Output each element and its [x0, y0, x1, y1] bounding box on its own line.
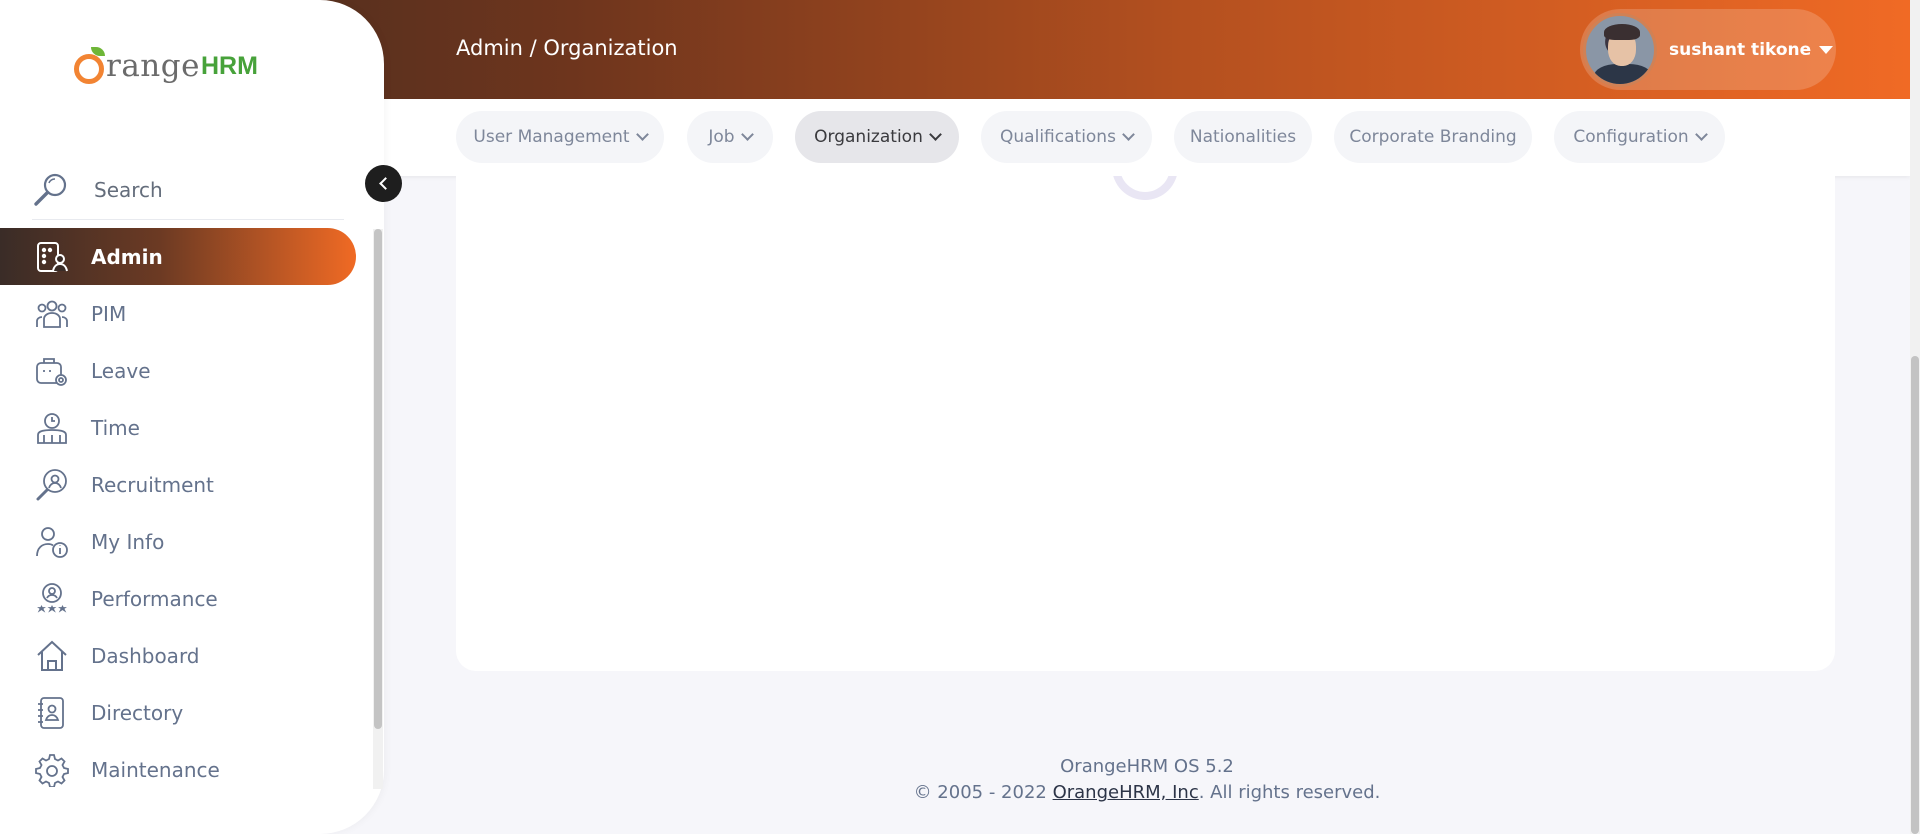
tab-corporate-branding[interactable]: Corporate Branding — [1334, 111, 1532, 163]
sidebar-item-directory[interactable]: Directory — [0, 684, 360, 741]
sidebar-item-label: Time — [91, 415, 140, 440]
dashboard-icon — [34, 638, 70, 674]
sidebar-item-label: Directory — [91, 700, 184, 725]
sidebar-item-pim[interactable]: PIM — [0, 285, 360, 342]
page-scrollbar-thumb[interactable] — [1911, 356, 1919, 834]
tab-label: Nationalities — [1189, 127, 1297, 147]
sidebar-item-label: Dashboard — [91, 643, 200, 668]
sidebar-collapse-button[interactable] — [365, 165, 402, 202]
sidebar-item-maintenance[interactable]: Maintenance — [0, 741, 360, 798]
sidebar-item-label: Recruitment — [91, 472, 214, 497]
sidebar-item-label: Leave — [91, 358, 151, 383]
orange-logo-icon — [74, 47, 105, 84]
footer-copyright: © 2005 - 2022 OrangeHRM, Inc. All rights… — [384, 782, 1910, 803]
tab-job[interactable]: Job — [687, 111, 773, 163]
sidebar-search[interactable]: Search — [32, 160, 344, 220]
breadcrumb: Admin / Organization — [456, 36, 678, 60]
chevron-left-icon — [379, 177, 392, 190]
sidebar-item-label: Performance — [91, 586, 218, 611]
sidebar-item-admin[interactable]: Admin — [0, 228, 356, 285]
performance-icon — [34, 581, 70, 617]
user-name: sushant tikone — [1669, 39, 1812, 60]
time-icon — [34, 410, 70, 446]
logo-hrm-text: HRM — [200, 52, 258, 80]
recruitment-icon — [34, 467, 70, 503]
chevron-down-icon — [928, 128, 942, 141]
sidebar-scrollbar-thumb[interactable] — [374, 229, 382, 729]
tab-qualifications[interactable]: Qualifications — [981, 111, 1152, 163]
tab-nationalities[interactable]: Nationalities — [1174, 111, 1312, 163]
sidebar-item-label: PIM — [91, 301, 127, 326]
sidebar-item-recruitment[interactable]: Recruitment — [0, 456, 360, 513]
sidebar-item-leave[interactable]: Leave — [0, 342, 360, 399]
maintenance-icon — [34, 752, 70, 788]
orangehrm-logo[interactable]: range HRM — [74, 47, 258, 84]
orangehrm-link[interactable]: OrangeHRM, Inc — [1053, 782, 1199, 803]
directory-icon — [34, 695, 70, 731]
sidebar-item-performance[interactable]: Performance — [0, 570, 360, 627]
footer-version: OrangeHRM OS 5.2 — [1060, 756, 1234, 777]
sidebar-item-label: My Info — [91, 529, 165, 554]
pim-icon — [34, 296, 70, 332]
user-dropdown[interactable]: sushant tikone — [1580, 9, 1836, 90]
sidebar-item-label: Admin — [91, 244, 163, 269]
admin-top-nav: User Management Job Organization Qualifi… — [384, 99, 1910, 176]
chevron-down-icon — [635, 128, 649, 141]
my-info-icon — [34, 524, 70, 560]
sidebar-item-dashboard[interactable]: Dashboard — [0, 627, 360, 684]
copyright-suffix: . All rights reserved. — [1198, 782, 1381, 803]
chevron-down-icon — [1694, 128, 1708, 141]
sidebar-item-time[interactable]: Time — [0, 399, 360, 456]
avatar — [1583, 12, 1657, 87]
tab-user-management[interactable]: User Management — [456, 111, 664, 163]
chevron-down-icon — [740, 128, 754, 141]
search-label: Search — [94, 177, 163, 202]
admin-icon — [34, 239, 70, 275]
leave-icon — [34, 353, 70, 389]
tab-label: Qualifications — [1000, 127, 1116, 147]
tab-configuration[interactable]: Configuration — [1554, 111, 1725, 163]
content-card — [456, 176, 1835, 671]
logo-text: range — [106, 48, 200, 84]
sidebar-menu: Admin PIM Leave Time Recruitment My Info… — [0, 228, 360, 798]
copyright-prefix: © 2005 - 2022 — [913, 782, 1053, 803]
tab-label: Configuration — [1573, 127, 1689, 147]
tab-label: User Management — [473, 127, 630, 147]
sidebar-item-label: Maintenance — [91, 757, 220, 782]
tab-organization[interactable]: Organization — [795, 111, 959, 163]
sidebar-item-my-info[interactable]: My Info — [0, 513, 360, 570]
caret-down-icon — [1819, 45, 1834, 54]
sidebar: range HRM Search Admin PIM Leave Time Re… — [0, 0, 384, 834]
search-icon — [34, 173, 67, 206]
tab-label: Organization — [814, 127, 923, 147]
tab-label: Job — [708, 127, 735, 147]
chevron-down-icon — [1122, 128, 1135, 141]
tab-label: Corporate Branding — [1349, 127, 1517, 147]
